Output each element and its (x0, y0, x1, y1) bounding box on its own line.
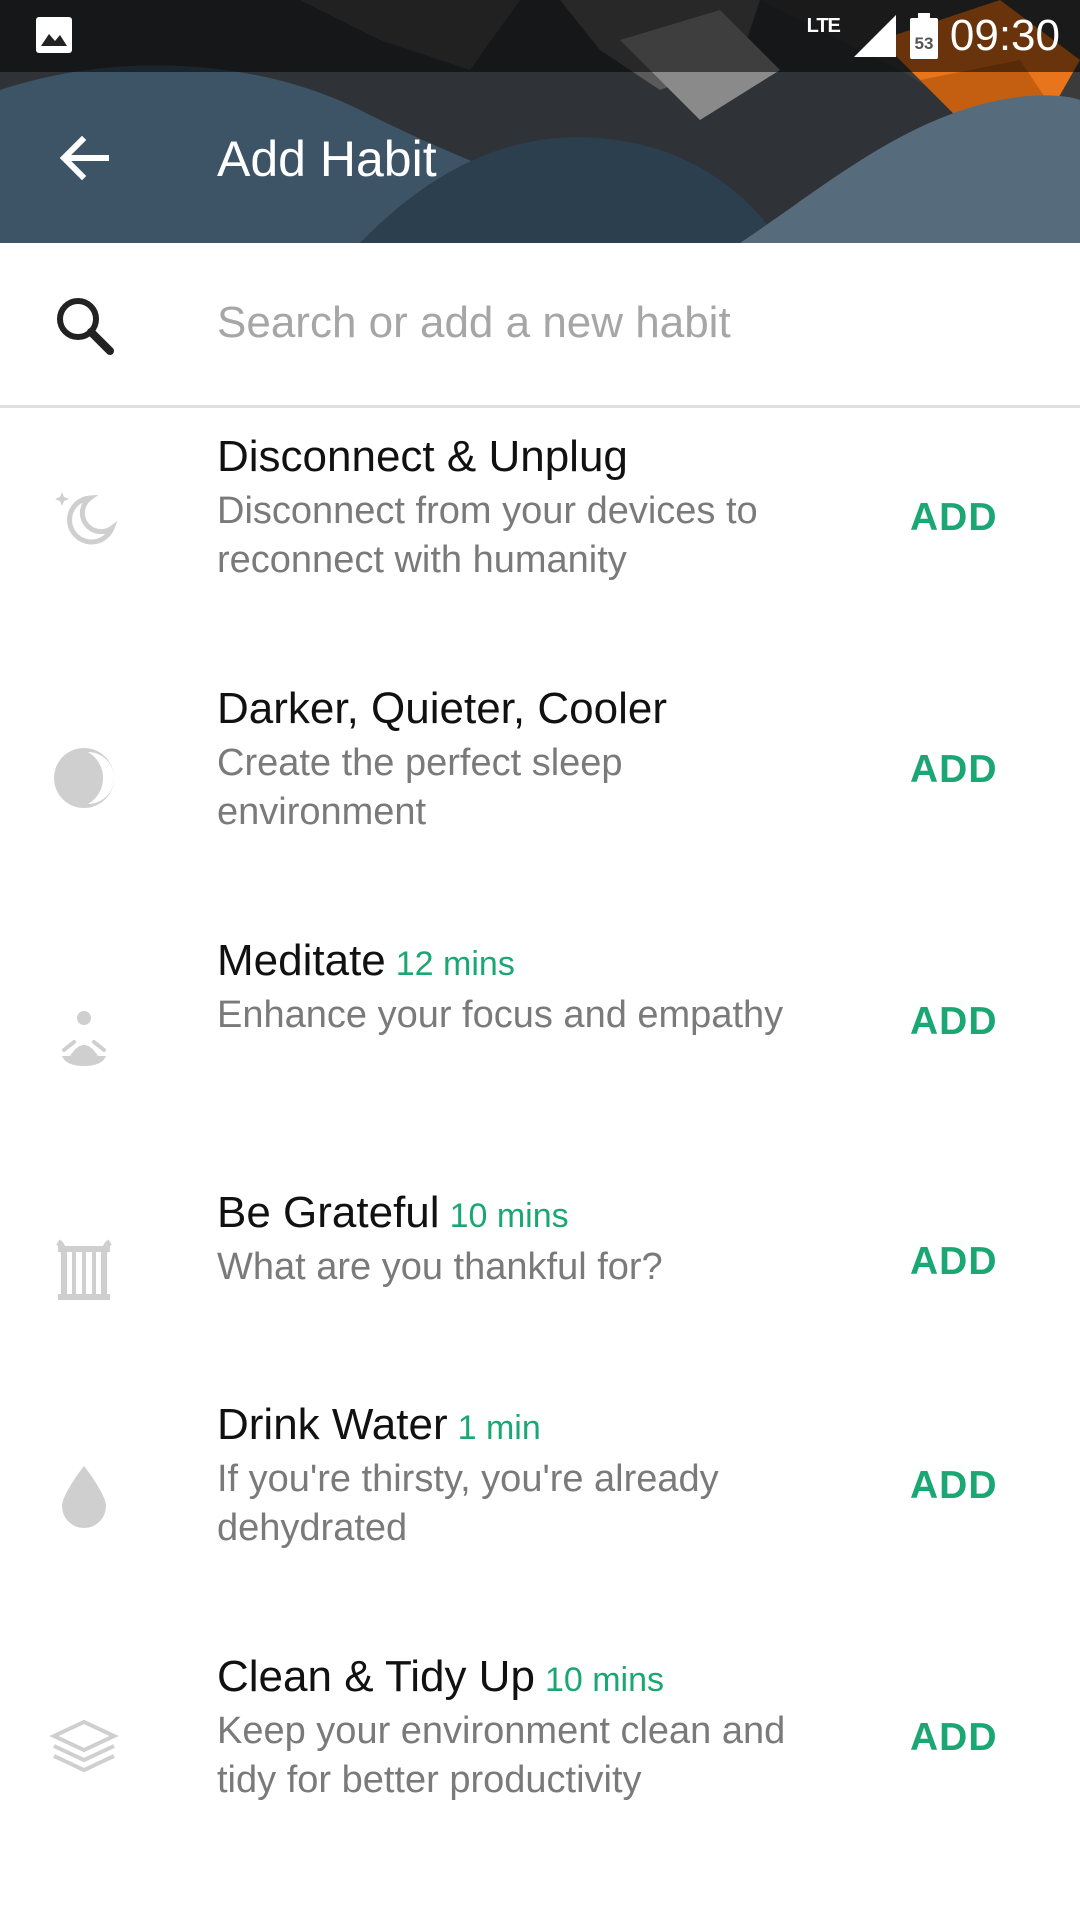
page-title: Add Habit (217, 131, 437, 187)
gallery-notification-icon (36, 17, 72, 53)
add-button[interactable]: ADD (910, 496, 998, 540)
list-item[interactable]: Drink Water 1 min If you're thirsty, you'… (0, 1376, 1080, 1628)
back-button[interactable] (48, 122, 120, 194)
add-button[interactable]: ADD (910, 1464, 998, 1508)
search-icon (57, 298, 114, 355)
layers-icon (50, 1719, 118, 1773)
habit-duration: 12 mins (395, 945, 515, 983)
habit-description: If you're thirsty, you're already dehydr… (217, 1458, 719, 1549)
list-item[interactable]: Disconnect & Unplug Disconnect from your… (0, 408, 1080, 660)
list-item[interactable]: Darker, Quieter, Cooler Create the perfe… (0, 660, 1080, 912)
add-button[interactable]: ADD (910, 1000, 998, 1044)
habit-duration: 10 mins (449, 1197, 569, 1235)
app-header: LTE 53 09:30 Add Habit (0, 0, 1080, 243)
habit-description: What are you thankful for? (217, 1246, 663, 1288)
half-moon-icon (54, 748, 114, 808)
habit-name: Disconnect & Unplug (217, 432, 628, 481)
list-item[interactable]: Meditate 12 mins Enhance your focus and e… (0, 912, 1080, 1164)
add-button[interactable]: ADD (910, 748, 998, 792)
habit-name: Be Grateful (217, 1188, 440, 1237)
habit-description: Keep your environment clean and tidy for… (217, 1710, 786, 1801)
search-input[interactable] (217, 283, 1017, 363)
status-bar: LTE 53 09:30 (0, 0, 1080, 72)
habit-name: Meditate (217, 936, 386, 985)
add-button[interactable]: ADD (910, 1240, 998, 1284)
meditation-icon (62, 1011, 106, 1066)
network-type-label: LTE (806, 14, 841, 37)
battery-icon: 53 (909, 13, 938, 59)
habit-description: Disconnect from your devices to reconnec… (217, 490, 758, 581)
habit-duration: 1 min (457, 1409, 541, 1447)
habit-name: Clean & Tidy Up (217, 1652, 535, 1701)
add-button[interactable]: ADD (910, 1716, 998, 1760)
habit-name: Darker, Quieter, Cooler (217, 684, 667, 733)
arrow-back-icon (59, 135, 109, 181)
clock: 09:30 (949, 11, 1060, 60)
search-bar (0, 243, 1080, 408)
moon-stars-icon (55, 492, 118, 545)
lyre-icon (56, 1239, 112, 1300)
list-item[interactable]: Be Grateful 10 mins What are you thankful… (0, 1164, 1080, 1376)
app-bar: Add Habit (0, 72, 1080, 243)
habit-description: Enhance your focus and empathy (217, 994, 784, 1036)
battery-level: 53 (914, 34, 933, 53)
habit-name: Drink Water (217, 1400, 448, 1449)
habit-description: Create the perfect sleep environment (217, 742, 623, 833)
list-item[interactable]: Clean & Tidy Up 10 mins Keep your environ… (0, 1628, 1080, 1880)
water-drop-icon (62, 1466, 106, 1528)
cell-signal-icon (853, 15, 896, 57)
habit-duration: 10 mins (544, 1661, 664, 1699)
